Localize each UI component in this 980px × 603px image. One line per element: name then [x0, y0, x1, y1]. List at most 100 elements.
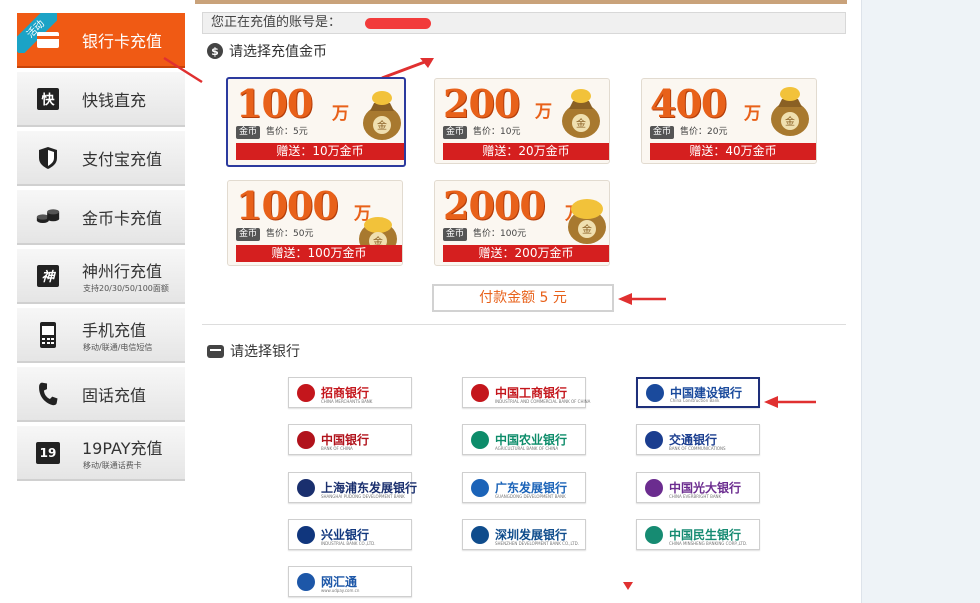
coin-price: 售价：10元: [473, 127, 521, 137]
bank-english-name: China Construction Bank: [670, 398, 720, 403]
coin-option-1000[interactable]: 1000 万 金 金币 售价：50元 赠送：100万金币: [227, 180, 403, 266]
telephone-icon: [36, 382, 60, 406]
section-divider: [202, 324, 846, 325]
coin-option-400[interactable]: 400 万 金 金币 售价：20元 赠送：40万金币: [641, 78, 817, 164]
top-border: [195, 0, 847, 4]
bank-english-name: INDUSTRIAL BANK CO.,LTD.: [321, 541, 376, 546]
kuaiqian-glyph: 快: [37, 87, 59, 110]
bank-logo-icon: [471, 525, 489, 544]
bank-logo-icon: [645, 478, 663, 497]
bank-option[interactable]: 交通银行 BANK OF COMMUNICATIONS: [636, 424, 760, 455]
coin-tag: 金币: [236, 126, 261, 139]
coin-tag: 金币: [443, 126, 468, 139]
coin-bonus: 赠送：100万金币: [236, 245, 402, 262]
bank-english-name: AGRICULTURAL BANK OF CHINA: [495, 446, 559, 451]
money-bag-icon: 金: [771, 87, 809, 136]
sidebar-item-label: 快钱直充: [82, 90, 147, 110]
bank-logo-icon: [297, 478, 315, 497]
bank-option[interactable]: 广东发展银行 GUANGDONG DEVELOPMENT BANK: [462, 472, 586, 503]
money-bag-icon: 金: [363, 91, 401, 140]
bank-option[interactable]: 网汇通 www.udpay.com.cn: [288, 566, 412, 597]
coin-amount: 1000: [236, 183, 339, 228]
coin-option-200[interactable]: 200 万 金 金币 售价：10元 赠送：20万金币: [434, 78, 610, 164]
bank-option[interactable]: 中国民生银行 CHINA MINSHENG BANKING CORP.,LTD.: [636, 519, 760, 550]
coin-tag: 金币: [443, 228, 468, 241]
scroll-down-icon[interactable]: [622, 581, 634, 591]
account-bar: 您正在充值的账号是：: [202, 12, 846, 34]
bank-option[interactable]: 中国建设银行 China Construction Bank: [636, 377, 760, 408]
red-arrow-icon: [163, 56, 203, 84]
coin-stack-icon: [36, 205, 60, 229]
coin-section-label: 请选择充值金币: [229, 44, 327, 60]
sidebar-item-alipay[interactable]: 支付宝充值: [17, 131, 185, 186]
bank-english-name: INDUSTRIAL AND COMMERCIAL BANK OF CHINA: [495, 399, 591, 404]
payment-amount-box: 付款金额 5 元: [432, 284, 614, 312]
bank-logo-icon: [297, 572, 315, 591]
sidebar-item-bank-card[interactable]: 活动 银行卡充值: [17, 13, 185, 68]
bank-option[interactable]: 中国光大银行 CHINA EVERBRIGHT BANK: [636, 472, 760, 503]
red-arrow-icon: [618, 293, 666, 305]
sidebar-item-sublabel: 移动/联通/电信短信: [83, 343, 153, 352]
bank-english-name: CHINA MERCHANTS BANK: [321, 399, 373, 404]
sidebar-item-sublabel: 支持20/30/50/100面额: [83, 284, 169, 293]
bag-glyph: 金: [576, 117, 586, 130]
bank-option[interactable]: 兴业银行 INDUSTRIAL BANK CO.,LTD.: [288, 519, 412, 550]
shenzhouxing-glyph: 神: [37, 264, 59, 287]
coin-unit: 万: [744, 104, 761, 124]
coin-section-title: $ 请选择充值金币: [207, 41, 327, 61]
sidebar-item-label: 固话充值: [82, 385, 147, 405]
bank-option[interactable]: 中国工商银行 INDUSTRIAL AND COMMERCIAL BANK OF …: [462, 377, 590, 408]
money-bag-icon: 金: [562, 89, 600, 138]
sidebar-item-sublabel: 移动/联通话费卡: [83, 461, 142, 470]
coin-option-100[interactable]: 100 万 金 金币 售价：5元 赠送：10万金币: [226, 77, 406, 167]
bank-logo-icon: [645, 525, 663, 544]
coin-amount: 400: [650, 81, 727, 126]
bank-option[interactable]: 招商银行 CHINA MERCHANTS BANK: [288, 377, 412, 408]
sidebar-item-mobile[interactable]: 手机充值 移动/联通/电信短信: [17, 308, 185, 363]
bank-option[interactable]: 深圳发展银行 SHENZHEN DEVELOPMENT BANK CO.,LTD.: [462, 519, 586, 550]
bank-option[interactable]: 中国农业银行 AGRICULTURAL BANK OF CHINA: [462, 424, 586, 455]
bag-glyph: 金: [582, 223, 592, 236]
sidebar-item-label: 银行卡充值: [82, 31, 163, 51]
bank-english-name: CHINA EVERBRIGHT BANK: [669, 494, 722, 499]
sidebar-item-19pay[interactable]: 19 19PAY充值 移动/联通话费卡: [17, 426, 185, 481]
coin-amount: 2000: [443, 183, 546, 228]
sidebar-item-kuaiqian[interactable]: 快 快钱直充: [17, 72, 185, 127]
bank-logo-icon: [297, 383, 315, 402]
money-bag-icon: 金: [568, 199, 606, 244]
redacted-account: [365, 18, 431, 29]
shield-icon: [36, 146, 60, 170]
bank-logo-icon: [645, 430, 663, 449]
mobile-phone-icon: [36, 321, 60, 348]
coin-bonus: 赠送：20万金币: [443, 143, 609, 160]
bank-section-label: 请选择银行: [230, 344, 300, 360]
payment-method-sidebar: 活动 银行卡充值 快 快钱直充 支付宝充值 金币卡充值 神 神州行充值 支持20…: [17, 13, 185, 485]
bank-english-name: BANK OF CHINA: [321, 446, 353, 451]
bank-logo-icon: [471, 430, 489, 449]
sidebar-item-label: 金币卡充值: [82, 208, 163, 228]
bank-option[interactable]: 上海浦东发展银行 SHANGHAI PUDONG DEVELOPMENT BANK: [288, 472, 417, 503]
sidebar-item-coin-card[interactable]: 金币卡充值: [17, 190, 185, 245]
coin-option-2000[interactable]: 2000 万 金 金币 售价：100元 赠送：200万金币: [434, 180, 610, 266]
right-blank-pane: [863, 0, 980, 603]
coin-unit: 万: [332, 104, 349, 124]
coin-price: 售价：100元: [473, 229, 527, 239]
coin-amount: 100: [236, 81, 313, 126]
bank-english-name: www.udpay.com.cn: [321, 588, 360, 593]
bank-section-title: 请选择银行: [207, 341, 300, 361]
sidebar-item-landline[interactable]: 固话充值: [17, 367, 185, 422]
coin-tag: 金币: [236, 228, 261, 241]
bank-logo-icon: [646, 383, 664, 402]
bag-glyph: 金: [785, 115, 795, 128]
sidebar-item-label: 神州行充值: [82, 262, 163, 281]
bank-english-name: SHENZHEN DEVELOPMENT BANK CO.,LTD.: [495, 541, 579, 546]
sidebar-item-label: 19PAY充值: [82, 439, 163, 458]
shenzhouxing-icon: 神: [36, 264, 60, 288]
bank-option[interactable]: 中国银行 BANK OF CHINA: [288, 424, 412, 455]
coin-bonus: 赠送：40万金币: [650, 143, 816, 160]
bank-english-name: CHINA MINSHENG BANKING CORP.,LTD.: [669, 541, 748, 546]
sidebar-item-shenzhouxing[interactable]: 神 神州行充值 支持20/30/50/100面额: [17, 249, 185, 304]
sidebar-item-label: 手机充值: [82, 321, 147, 340]
coin-tag: 金币: [650, 126, 675, 139]
19pay-glyph: 19: [36, 441, 60, 464]
